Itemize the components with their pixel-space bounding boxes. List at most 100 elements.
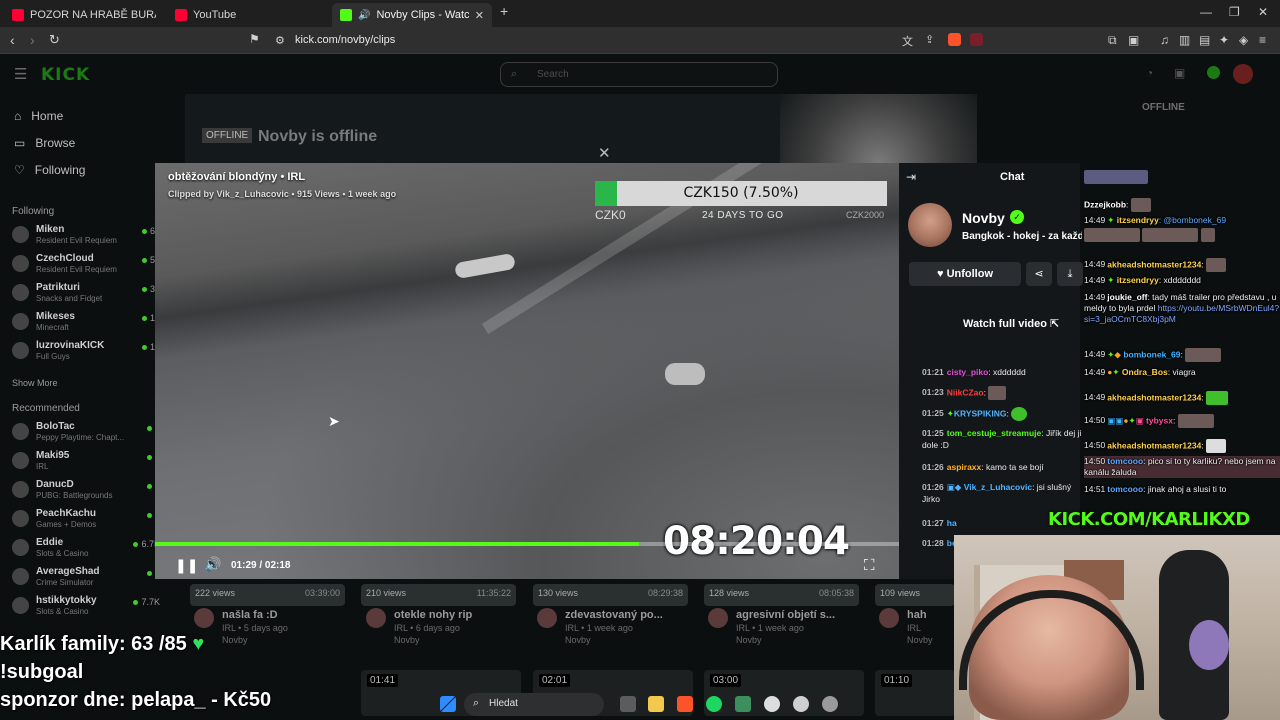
clip-video-player[interactable] <box>155 163 899 579</box>
ccleaner-icon[interactable] <box>764 696 780 712</box>
unfollow-button[interactable]: ♥ Unfollow <box>909 262 1021 286</box>
windows-start-icon[interactable] <box>440 696 456 712</box>
vpn-icon[interactable]: ◈ <box>1239 33 1248 47</box>
clip-card[interactable]: 130 views 08:29:38 <box>533 584 688 606</box>
recommended-channel[interactable]: BoloTac Peppy Playtime: Chapt... 8 <box>12 421 160 449</box>
close-modal-icon[interactable]: ✕ <box>598 144 611 162</box>
app-icon[interactable] <box>793 696 809 712</box>
download-button[interactable]: ⤓ <box>1057 262 1083 286</box>
new-tab-button[interactable]: + <box>500 3 508 19</box>
app-icon[interactable] <box>735 696 751 712</box>
hamburger-icon[interactable]: ☰ <box>14 65 27 83</box>
recommended-channel[interactable]: Maki95 IRL 7 <box>12 450 160 478</box>
maximize-icon[interactable]: ❐ <box>1229 5 1240 19</box>
user-avatar[interactable] <box>1233 64 1253 84</box>
clip-duration: 01:10 <box>881 674 913 687</box>
menu-icon[interactable]: ≡ <box>1259 33 1266 47</box>
kick-logo[interactable]: KICK <box>41 65 90 85</box>
share-button[interactable]: ⋖ <box>1026 262 1052 286</box>
close-window-icon[interactable]: ✕ <box>1258 5 1268 19</box>
nav-following[interactable]: ♡ Following <box>14 163 85 177</box>
share-icon[interactable]: ⇪ <box>925 33 934 46</box>
minimize-icon[interactable]: — <box>1200 5 1212 19</box>
reload-icon[interactable]: ↻ <box>49 32 60 48</box>
taskbar-search[interactable]: ⌕ Hledat <box>464 693 604 716</box>
nav-browse[interactable]: ▭ Browse <box>14 136 75 150</box>
notifications-icon[interactable]: ◔ <box>1146 66 1153 80</box>
channel-avatar <box>12 539 29 556</box>
recommended-channel[interactable]: Eddie Slots & Casino 6.7K <box>12 537 160 565</box>
obs-icon[interactable] <box>822 696 838 712</box>
spotify-icon[interactable] <box>706 696 722 712</box>
file-explorer-icon[interactable] <box>648 696 664 712</box>
bookmark-icon[interactable]: ⚑ <box>249 32 260 46</box>
show-more-link[interactable]: Show More <box>12 378 58 388</box>
clip-title[interactable]: zdevastovaný po... <box>565 609 663 621</box>
clip-duration: 03:00 <box>710 674 742 687</box>
site-search-input[interactable]: ⌕ Search <box>500 62 778 87</box>
following-channel[interactable]: Patrikturi Snacks and Fidget 32 <box>12 282 160 310</box>
task-view-icon[interactable] <box>620 696 636 712</box>
recommended-channel[interactable]: PeachKachu Games + Demos 7 <box>12 508 160 536</box>
badge-icon: ▣◆ <box>946 482 962 492</box>
leo-ai-icon[interactable]: ✦ <box>1219 33 1229 47</box>
browser-tab-3-active[interactable]: 🔊 Novby Clips - Watch Live on K ✕ <box>332 3 492 27</box>
volume-icon[interactable]: 🔊 <box>204 556 221 573</box>
close-tab-icon[interactable]: ✕ <box>475 9 484 22</box>
brave-rewards-icon[interactable] <box>970 33 983 46</box>
following-channel[interactable]: Mikeses Minecraft 19 <box>12 311 160 339</box>
channel-name: Maki95 <box>36 450 70 461</box>
browser-tab-1[interactable]: POZOR NA HRABĚ BURAKULU... <box>4 3 156 27</box>
recommended-channel[interactable]: hstikkytokky Slots & Casino 7.7K <box>12 595 160 623</box>
following-channel[interactable]: CzechCloud Resident Evil Requiem 58 <box>12 253 160 281</box>
chat-message: 01:21 cisty_piko: xdddddd <box>922 367 1026 377</box>
screenshot-icon[interactable]: ▣ <box>1128 33 1139 47</box>
clip-card[interactable]: 128 views 08:05:38 <box>704 584 859 606</box>
kick-status-icon[interactable] <box>1207 66 1220 79</box>
forward-icon[interactable]: › <box>30 32 35 48</box>
clip-duration: 11:35:22 <box>476 588 511 598</box>
channel-game: Peppy Playtime: Chapt... <box>36 433 125 442</box>
streamer-name[interactable]: Novby <box>962 210 1005 226</box>
clip-card[interactable]: 01:10 <box>875 670 955 716</box>
brave-shields-icon[interactable] <box>948 33 961 46</box>
sidebar-toggle-icon[interactable]: ▥ <box>1179 33 1190 47</box>
video-progress-bar[interactable] <box>155 542 899 546</box>
streamer-avatar[interactable] <box>908 203 952 247</box>
url-field[interactable]: kick.com/novby/clips <box>295 34 395 46</box>
music-icon[interactable]: ♫ <box>1160 33 1169 47</box>
clip-card[interactable]: 109 views <box>875 584 955 606</box>
overlay-chat-message: 14:49 akheadshotmaster1234: <box>1084 258 1280 272</box>
clip-title[interactable]: agresivní objetí s... <box>736 609 835 621</box>
wallet-icon[interactable]: ▤ <box>1199 33 1210 47</box>
watch-full-video-link[interactable]: Watch full video ⇱ <box>963 317 1059 330</box>
collapse-chat-icon[interactable]: ⇥ <box>906 170 916 184</box>
emote-icon <box>1206 391 1229 405</box>
site-info-icon[interactable]: ⚙ <box>275 34 285 47</box>
clip-card[interactable]: 210 views 11:35:22 <box>361 584 516 606</box>
clip-title[interactable]: otekle nohy rip <box>394 609 472 621</box>
emote-icon <box>1130 198 1151 212</box>
clip-card[interactable]: 222 views 03:39:00 <box>190 584 345 606</box>
emote-icon <box>988 386 1007 400</box>
clip-title[interactable]: našla fa :D <box>222 609 278 621</box>
translate-icon[interactable]: 文 <box>902 33 913 49</box>
extensions-icon[interactable]: ⧉ <box>1108 33 1117 48</box>
brave-browser-icon[interactable] <box>677 696 693 712</box>
recommended-channel[interactable]: AverageShad Crime Simulator 7 <box>12 566 160 594</box>
clip-title[interactable]: hah <box>907 609 927 621</box>
pause-icon[interactable]: ❚❚ <box>175 557 198 574</box>
sub-goal-overlay: Karlík family: 63 /85 ♥ !subgoal sponzor… <box>0 630 271 714</box>
browser-tab-2[interactable]: YouTube <box>167 3 327 27</box>
following-channel[interactable]: luzrovinaKICK Full Guys 17 <box>12 340 160 368</box>
back-icon[interactable]: ‹ <box>10 32 15 48</box>
nav-home[interactable]: ⌂ Home <box>14 109 63 123</box>
nav-browse-label: Browse <box>35 136 76 150</box>
inbox-icon[interactable]: ▣ <box>1174 66 1185 80</box>
fullscreen-icon[interactable]: ⛶ <box>864 557 875 574</box>
recommended-channel[interactable]: DanucD PUBG: Battlegrounds 7 <box>12 479 160 507</box>
overlay-chat-message: 14:49 joukie_off: tady máš trailer pro př… <box>1084 292 1280 324</box>
emote-icon <box>1177 414 1214 428</box>
following-channel[interactable]: Miken Resident Evil Requiem 60 <box>12 224 160 252</box>
mouse-cursor-icon: ➤ <box>328 413 340 429</box>
